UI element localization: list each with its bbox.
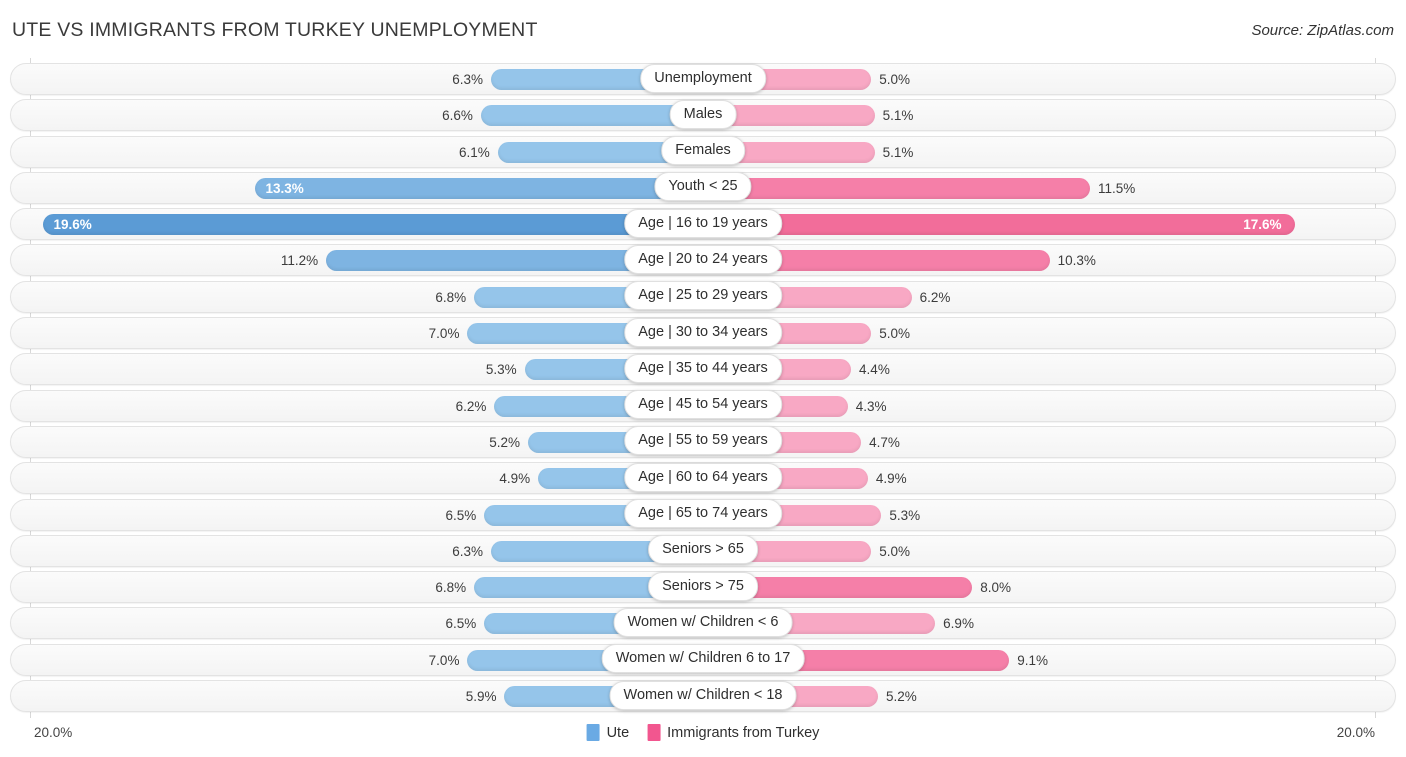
legend-swatch-icon <box>647 724 661 741</box>
legend-swatch-icon <box>586 724 600 741</box>
value-label-ute: 11.2% <box>280 253 319 269</box>
axis-label-left-max: 20.0% <box>34 725 73 740</box>
value-label-ute: 6.5% <box>445 507 477 523</box>
value-label-immigrants-from-turkey: 17.6% <box>1243 217 1282 233</box>
value-label-ute: 5.2% <box>489 434 521 450</box>
value-label-immigrants-from-turkey: 5.2% <box>885 689 917 705</box>
value-label-immigrants-from-turkey: 9.1% <box>1017 652 1048 668</box>
value-label-immigrants-from-turkey: 5.0% <box>879 72 911 87</box>
legend-item[interactable]: Immigrants from Turkey <box>647 724 819 741</box>
chart-row: 5.9% 5.2% Women w/ Children < 18 <box>0 679 1406 715</box>
value-label-immigrants-from-turkey: 4.3% <box>855 398 887 414</box>
category-label-pill: Women w/ Children 6 to 17 <box>601 644 805 674</box>
value-label-ute: 6.8% <box>435 580 467 596</box>
value-label-immigrants-from-turkey: 10.3% <box>1057 253 1096 269</box>
chart-plot-area: 6.3% 5.0% Unemployment 6.6% 5.1% Males 6.1% 5.1… <box>0 58 1406 718</box>
chart-row: 6.6% 5.1% Males <box>0 98 1406 134</box>
bar-ute <box>255 177 703 199</box>
value-label-ute: 5.9% <box>465 689 497 705</box>
chart-row: 5.2% 4.7% Age | 55 to 59 years <box>0 425 1406 461</box>
value-label-immigrants-from-turkey: 5.1% <box>882 144 914 160</box>
value-label-ute: 6.8% <box>435 289 467 305</box>
value-label-ute: 6.2% <box>455 398 487 414</box>
chart-row: 6.8% 6.2% Age | 25 to 29 years <box>0 280 1406 316</box>
value-label-ute: 6.5% <box>445 616 477 632</box>
value-label-ute: 4.9% <box>499 471 531 487</box>
value-label-ute: 13.3% <box>265 180 304 196</box>
value-label-ute: 7.0% <box>428 652 460 668</box>
value-label-immigrants-from-turkey: 11.5% <box>1097 180 1136 196</box>
chart-row: 6.5% 5.3% Age | 65 to 74 years <box>0 498 1406 534</box>
value-label-ute: 6.3% <box>452 543 484 559</box>
chart-row: 6.2% 4.3% Age | 45 to 54 years <box>0 389 1406 425</box>
source-attribution: Source: ZipAtlas.com <box>1251 22 1394 39</box>
chart-row: 6.5% 6.9% Women w/ Children < 6 <box>0 606 1406 642</box>
value-label-immigrants-from-turkey: 8.0% <box>980 580 1011 596</box>
chart-row: 13.3% 11.5% Youth < 25 <box>0 171 1406 207</box>
category-label-pill: Youth < 25 <box>654 172 752 202</box>
bar-ute <box>43 214 703 236</box>
chart-row: 6.8% 8.0% Seniors > 75 <box>0 570 1406 606</box>
value-label-immigrants-from-turkey: 5.3% <box>889 507 921 523</box>
value-label-ute: 6.6% <box>442 108 473 124</box>
category-label-pill: Males <box>669 99 737 129</box>
legend-item[interactable]: Ute <box>586 724 630 741</box>
axis-label-right-max: 20.0% <box>1336 725 1375 740</box>
value-label-ute: 19.6% <box>53 217 92 233</box>
chart-row: 6.3% 5.0% Unemployment <box>0 62 1406 98</box>
category-label-pill: Age | 55 to 59 years <box>624 426 782 456</box>
category-label-pill: Age | 35 to 44 years <box>624 353 782 383</box>
category-label-pill: Age | 16 to 19 years <box>624 208 782 238</box>
page-title: UTE VS IMMIGRANTS FROM TURKEY UNEMPLOYME… <box>12 19 538 41</box>
category-label-pill: Women w/ Children < 18 <box>609 680 797 710</box>
value-label-ute: 7.0% <box>428 326 460 342</box>
value-label-ute: 6.3% <box>452 72 484 87</box>
chart-header: UTE VS IMMIGRANTS FROM TURKEY UNEMPLOYME… <box>0 0 1406 58</box>
value-label-immigrants-from-turkey: 4.7% <box>869 434 900 450</box>
category-label-pill: Age | 65 to 74 years <box>624 499 782 529</box>
legend-label: Immigrants from Turkey <box>667 724 820 741</box>
chart-row: 19.6% 17.6% Age | 16 to 19 years <box>0 207 1406 243</box>
bar-immigrants-from-turkey <box>703 177 1090 199</box>
category-label-pill: Women w/ Children < 6 <box>613 607 793 637</box>
chart-row: 5.3% 4.4% Age | 35 to 44 years <box>0 352 1406 388</box>
category-label-pill: Seniors > 75 <box>648 571 758 601</box>
chart-row: 4.9% 4.9% Age | 60 to 64 years <box>0 461 1406 497</box>
category-label-pill: Seniors > 65 <box>648 535 758 565</box>
category-label-pill: Females <box>661 136 745 166</box>
category-label-pill: Age | 20 to 24 years <box>624 244 782 274</box>
value-label-ute: 5.3% <box>485 362 517 378</box>
chart-legend: Ute Immigrants from Turkey <box>586 724 819 741</box>
chart-rows: 6.3% 5.0% Unemployment 6.6% 5.1% Males 6.1% 5.1… <box>0 62 1406 715</box>
legend-label: Ute <box>606 724 630 741</box>
chart-row: 7.0% 5.0% Age | 30 to 34 years <box>0 316 1406 352</box>
category-label-pill: Unemployment <box>640 63 766 93</box>
chart-footer: 20.0% Ute Immigrants from Turkey 20.0% <box>0 718 1406 757</box>
value-label-immigrants-from-turkey: 6.2% <box>919 289 951 305</box>
chart-row: 6.1% 5.1% Females <box>0 135 1406 171</box>
bar-immigrants-from-turkey <box>703 214 1296 236</box>
value-label-immigrants-from-turkey: 6.9% <box>943 616 974 632</box>
value-label-immigrants-from-turkey: 5.0% <box>879 326 911 342</box>
value-label-immigrants-from-turkey: 4.9% <box>875 471 907 487</box>
category-label-pill: Age | 45 to 54 years <box>624 390 782 420</box>
category-label-pill: Age | 60 to 64 years <box>624 462 782 492</box>
value-label-immigrants-from-turkey: 4.4% <box>859 362 890 378</box>
category-label-pill: Age | 25 to 29 years <box>624 281 782 311</box>
value-label-immigrants-from-turkey: 5.0% <box>879 543 911 559</box>
category-label-pill: Age | 30 to 34 years <box>624 317 782 347</box>
value-label-ute: 6.1% <box>458 144 490 160</box>
chart-row: 6.3% 5.0% Seniors > 65 <box>0 534 1406 570</box>
chart-row: 7.0% 9.1% Women w/ Children 6 to 17 <box>0 643 1406 679</box>
chart-row: 11.2% 10.3% Age | 20 to 24 years <box>0 243 1406 279</box>
value-label-immigrants-from-turkey: 5.1% <box>882 108 914 124</box>
